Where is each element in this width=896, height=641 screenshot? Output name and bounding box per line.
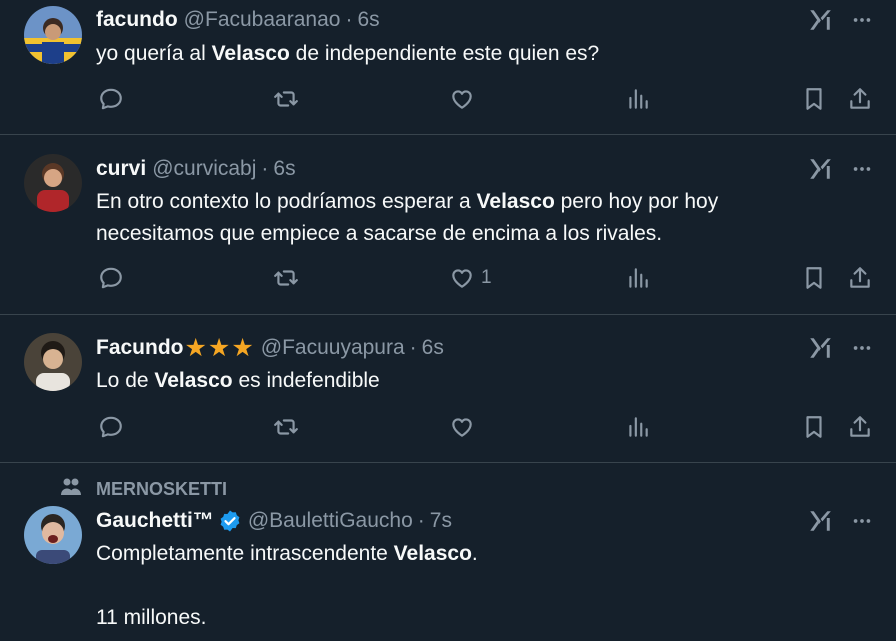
share-button[interactable] bbox=[847, 414, 873, 440]
more-icon[interactable] bbox=[850, 509, 874, 533]
tweet-actions: 1 bbox=[0, 265, 896, 295]
timestamp[interactable]: 6s bbox=[273, 156, 295, 182]
grok-icon[interactable] bbox=[806, 507, 834, 535]
reply-button[interactable] bbox=[98, 265, 124, 291]
timestamp[interactable]: 7s bbox=[430, 508, 452, 534]
like-button[interactable] bbox=[449, 86, 481, 112]
separator-dot: · bbox=[345, 8, 353, 31]
user-handle[interactable]: @Facubaaranao bbox=[184, 7, 341, 33]
grok-icon[interactable] bbox=[806, 155, 834, 183]
display-name[interactable]: curvi bbox=[96, 156, 146, 182]
retweet-button[interactable] bbox=[273, 414, 299, 440]
views-button[interactable] bbox=[625, 86, 651, 112]
tweet-actions bbox=[0, 86, 896, 116]
like-count: 1 bbox=[481, 267, 492, 288]
bookmark-button[interactable] bbox=[801, 265, 827, 291]
bookmark-icon bbox=[801, 265, 827, 291]
bookmark-button[interactable] bbox=[801, 414, 827, 440]
reply-icon bbox=[98, 86, 124, 112]
timestamp[interactable]: 6s bbox=[422, 335, 444, 361]
reply-icon bbox=[98, 265, 124, 291]
social-context-label: MERNOSKETTI bbox=[96, 479, 228, 499]
like-button[interactable] bbox=[449, 414, 481, 440]
more-icon[interactable] bbox=[850, 336, 874, 360]
tweet-text: En otro contexto lo podríamos esperar a … bbox=[96, 190, 719, 245]
tweet-2[interactable]: curvi @curvicabj · 6s En otro contexto l… bbox=[0, 135, 896, 314]
tweet-text: yo quería al Velasco de independiente es… bbox=[96, 42, 600, 65]
reply-button[interactable] bbox=[98, 86, 124, 112]
tweet-text: Completamente intrascendente Velasco. 11… bbox=[96, 542, 478, 629]
like-icon bbox=[449, 265, 475, 291]
share-button[interactable] bbox=[847, 265, 873, 291]
avatar[interactable] bbox=[24, 154, 82, 212]
social-context[interactable]: MERNOSKETTI bbox=[60, 477, 227, 502]
user-handle[interactable]: @Facuuyapura bbox=[261, 335, 405, 361]
tweet-4[interactable]: MERNOSKETTI Gauchetti™ @BaulettiGaucho ·… bbox=[0, 463, 896, 641]
reply-icon bbox=[98, 414, 124, 440]
grok-icon[interactable] bbox=[806, 334, 834, 362]
user-handle[interactable]: @BaulettiGaucho bbox=[248, 508, 413, 534]
share-icon bbox=[847, 414, 873, 440]
share-button[interactable] bbox=[847, 86, 873, 112]
separator-dot: · bbox=[417, 509, 425, 532]
like-icon bbox=[449, 86, 475, 112]
display-name[interactable]: facundo bbox=[96, 7, 178, 33]
retweet-icon bbox=[273, 414, 299, 440]
retweet-icon bbox=[273, 265, 299, 291]
views-button[interactable] bbox=[625, 414, 651, 440]
timestamp[interactable]: 6s bbox=[357, 7, 379, 33]
separator-dot: · bbox=[261, 157, 269, 180]
star-icon: ★ bbox=[184, 334, 207, 362]
share-icon bbox=[847, 86, 873, 112]
tweet-3[interactable]: Facundo ★ ★ ★ @Facuuyapura · 6s Lo de Ve… bbox=[0, 315, 896, 462]
display-name[interactable]: Gauchetti™ bbox=[96, 508, 214, 534]
bookmark-button[interactable] bbox=[801, 86, 827, 112]
tweet-1[interactable]: facundo @Facubaaranao · 6s yo quería al … bbox=[0, 0, 896, 134]
community-icon bbox=[60, 477, 96, 502]
grok-icon[interactable] bbox=[806, 6, 834, 34]
retweet-button[interactable] bbox=[273, 265, 299, 291]
views-icon bbox=[625, 265, 651, 291]
more-icon[interactable] bbox=[850, 8, 874, 32]
name-emoji-stars: ★ ★ ★ bbox=[185, 335, 255, 361]
like-button[interactable]: 1 bbox=[449, 265, 492, 291]
star-icon: ★ bbox=[231, 334, 254, 362]
user-handle[interactable]: @curvicabj bbox=[152, 156, 256, 182]
share-icon bbox=[847, 265, 873, 291]
avatar[interactable] bbox=[24, 333, 82, 391]
more-icon[interactable] bbox=[850, 157, 874, 181]
avatar[interactable] bbox=[24, 506, 82, 564]
reply-button[interactable] bbox=[98, 414, 124, 440]
tweet-text: Lo de Velasco es indefendible bbox=[96, 369, 380, 392]
views-icon bbox=[625, 414, 651, 440]
retweet-button[interactable] bbox=[273, 86, 299, 112]
bookmark-icon bbox=[801, 86, 827, 112]
verified-badge-icon bbox=[218, 509, 242, 533]
views-button[interactable] bbox=[625, 265, 651, 291]
bookmark-icon bbox=[801, 414, 827, 440]
tweet-actions bbox=[0, 414, 896, 444]
like-icon bbox=[449, 414, 475, 440]
separator-dot: · bbox=[409, 336, 417, 359]
star-icon: ★ bbox=[207, 334, 231, 362]
retweet-icon bbox=[273, 86, 299, 112]
avatar[interactable] bbox=[24, 6, 82, 64]
display-name[interactable]: Facundo bbox=[96, 335, 184, 361]
views-icon bbox=[625, 86, 651, 112]
